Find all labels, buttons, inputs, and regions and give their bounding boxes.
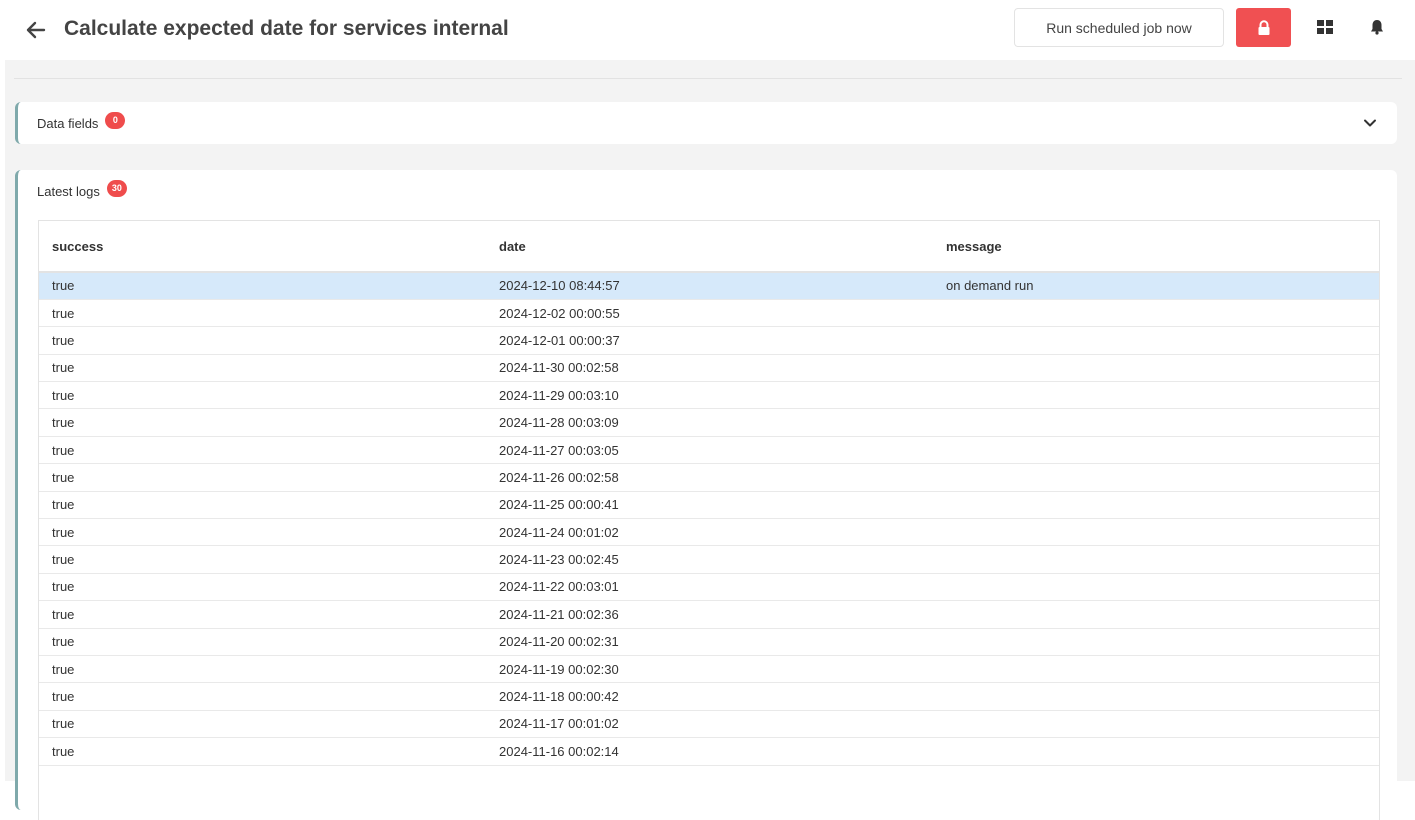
table-row[interactable]: true 2024-11-22 00:03:01: [39, 573, 1379, 602]
cell-date: 2024-11-28 00:03:09: [486, 408, 933, 437]
latest-logs-label: Latest logs: [37, 184, 100, 199]
table-row[interactable]: true 2024-11-18 00:00:42: [39, 682, 1379, 711]
cell-date: 2024-11-25 00:00:41: [486, 491, 933, 520]
cell-date: 2024-11-18 00:00:42: [486, 682, 933, 711]
data-fields-header: Data fields 0: [37, 112, 126, 132]
cell-message: [933, 655, 1379, 684]
cell-success: true: [39, 491, 486, 520]
cell-date: 2024-11-17 00:01:02: [486, 710, 933, 739]
table-row[interactable]: true 2024-12-01 00:00:37: [39, 326, 1379, 355]
table-row[interactable]: true 2024-11-28 00:03:09: [39, 408, 1379, 437]
table-row[interactable]: true 2024-12-02 00:00:55: [39, 299, 1379, 328]
cell-message: [933, 518, 1379, 547]
table-row[interactable]: true 2024-11-27 00:03:05: [39, 436, 1379, 465]
page-title: Calculate expected date for services int…: [64, 17, 509, 40]
cell-date: 2024-12-10 08:44:57: [486, 272, 933, 300]
cell-date: 2024-11-20 00:02:31: [486, 628, 933, 656]
table-row[interactable]: true 2024-11-20 00:02:31: [39, 628, 1379, 656]
column-header-message[interactable]: message: [933, 221, 1379, 273]
cell-date: 2024-11-23 00:02:45: [486, 545, 933, 574]
cell-message: [933, 710, 1379, 739]
dashboard-grid-icon[interactable]: [1312, 14, 1338, 40]
chevron-down-icon[interactable]: [1361, 114, 1379, 132]
cell-date: 2024-12-01 00:00:37: [486, 326, 933, 355]
cell-date: 2024-12-02 00:00:55: [486, 299, 933, 328]
cell-message: [933, 628, 1379, 656]
data-fields-panel[interactable]: Data fields 0: [15, 102, 1397, 144]
top-bar: Calculate expected date for services int…: [0, 0, 1415, 60]
cell-success: true: [39, 408, 486, 437]
cell-message: [933, 408, 1379, 437]
cell-message: [933, 600, 1379, 629]
cell-message: [933, 436, 1379, 465]
cell-success: true: [39, 518, 486, 547]
cell-success: true: [39, 682, 486, 711]
cell-success: true: [39, 299, 486, 328]
table-row[interactable]: true 2024-11-24 00:01:02: [39, 518, 1379, 547]
cell-message: [933, 326, 1379, 355]
cell-success: true: [39, 573, 486, 602]
latest-logs-count-badge: 30: [106, 180, 127, 197]
cell-message: [933, 737, 1379, 766]
cell-date: 2024-11-29 00:03:10: [486, 381, 933, 410]
cell-success: true: [39, 710, 486, 739]
data-fields-label: Data fields: [37, 116, 99, 131]
cell-message: [933, 463, 1379, 492]
latest-logs-header: Latest logs 30: [37, 180, 127, 200]
cell-date: 2024-11-27 00:03:05: [486, 436, 933, 465]
table-row[interactable]: true 2024-11-16 00:02:14: [39, 737, 1379, 766]
cell-date: 2024-11-16 00:02:14: [486, 737, 933, 766]
table-header-row: success date message: [39, 221, 1379, 273]
cell-message: [933, 491, 1379, 520]
table-row[interactable]: true 2024-11-17 00:01:02: [39, 710, 1379, 739]
cell-message: [933, 299, 1379, 328]
cell-success: true: [39, 600, 486, 629]
cell-success: true: [39, 354, 486, 383]
run-scheduled-job-button[interactable]: Run scheduled job now: [1014, 8, 1224, 47]
table-row[interactable]: true 2024-11-21 00:02:36: [39, 600, 1379, 629]
table-row[interactable]: true 2024-11-26 00:02:58: [39, 463, 1379, 492]
table-row[interactable]: true 2024-11-30 00:02:58: [39, 354, 1379, 383]
logs-table: success date message true 2024-12-10 08:4…: [39, 221, 1379, 766]
lock-icon: [1258, 19, 1269, 35]
logs-table-container[interactable]: success date message true 2024-12-10 08:4…: [38, 220, 1380, 820]
cell-success: true: [39, 436, 486, 465]
cell-success: true: [39, 463, 486, 492]
cell-success: true: [39, 381, 486, 410]
cell-success: true: [39, 272, 486, 300]
cell-date: 2024-11-21 00:02:36: [486, 600, 933, 629]
back-arrow-icon[interactable]: [20, 14, 52, 46]
table-row[interactable]: true 2024-11-29 00:03:10: [39, 381, 1379, 410]
cell-date: 2024-11-19 00:02:30: [486, 655, 933, 684]
cell-message: [933, 545, 1379, 574]
table-row[interactable]: true 2024-12-10 08:44:57 on demand run: [39, 272, 1379, 300]
divider: [14, 78, 1402, 79]
cell-date: 2024-11-22 00:03:01: [486, 573, 933, 602]
cell-date: 2024-11-26 00:02:58: [486, 463, 933, 492]
cell-success: true: [39, 655, 486, 684]
data-fields-count-badge: 0: [105, 112, 126, 129]
latest-logs-panel: Latest logs 30 success date message true…: [15, 170, 1397, 820]
cell-success: true: [39, 628, 486, 656]
cell-message: [933, 682, 1379, 711]
cell-success: true: [39, 326, 486, 355]
table-row[interactable]: true 2024-11-19 00:02:30: [39, 655, 1379, 684]
main-content: Data fields 0 Latest logs 30 success dat…: [5, 60, 1415, 820]
column-header-success[interactable]: success: [39, 221, 486, 273]
cell-message: [933, 573, 1379, 602]
bell-icon[interactable]: [1364, 14, 1390, 40]
cell-success: true: [39, 737, 486, 766]
cell-date: 2024-11-24 00:01:02: [486, 518, 933, 547]
column-header-date[interactable]: date: [486, 221, 933, 273]
cell-success: true: [39, 545, 486, 574]
cell-message: [933, 381, 1379, 410]
cell-date: 2024-11-30 00:02:58: [486, 354, 933, 383]
cell-message: on demand run: [933, 272, 1379, 300]
table-row[interactable]: true 2024-11-23 00:02:45: [39, 545, 1379, 574]
cell-message: [933, 354, 1379, 383]
table-row[interactable]: true 2024-11-25 00:00:41: [39, 491, 1379, 520]
lock-button[interactable]: [1236, 8, 1291, 47]
